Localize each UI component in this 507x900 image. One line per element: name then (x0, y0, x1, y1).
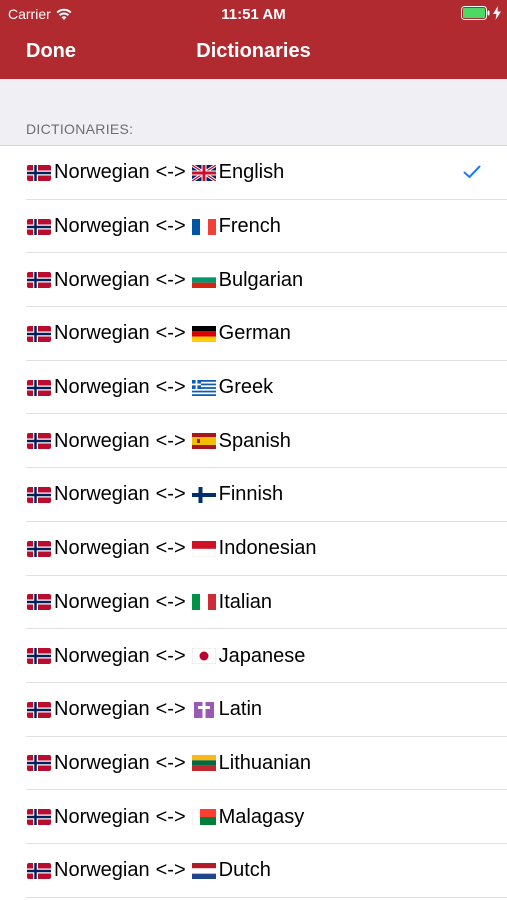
flag-spain-icon (191, 433, 216, 450)
dictionary-list: Norwegian <-> English Norwegian <-> French Nor… (0, 146, 507, 898)
flag-norway-icon (27, 809, 51, 826)
flag-norway-icon (27, 379, 51, 396)
dictionary-row[interactable]: Norwegian <-> French (0, 200, 507, 254)
flag-norway-icon (27, 755, 51, 772)
source-language-label: Norwegian (54, 483, 150, 506)
charging-bolt-icon (493, 6, 501, 20)
section-header: DICTIONARIES: (0, 79, 507, 146)
direction-separator: <-> (155, 859, 186, 882)
source-language-label: Norwegian (54, 859, 150, 882)
direction-separator: <-> (155, 215, 186, 238)
dictionary-row[interactable]: Norwegian <-> Malagasy (0, 790, 507, 844)
battery-icon (461, 6, 490, 20)
source-language-label: Norwegian (54, 322, 150, 345)
target-language-label: German (218, 322, 291, 345)
source-language-label: Norwegian (54, 429, 150, 452)
page-title: Dictionaries (196, 40, 311, 62)
source-language-label: Norwegian (54, 590, 150, 613)
battery-indicator (461, 6, 501, 20)
direction-separator: <-> (155, 322, 186, 345)
flag-finland-icon (191, 486, 216, 503)
flag-norway-icon (27, 433, 51, 450)
source-language-label: Norwegian (54, 537, 150, 560)
status-bar: Carrier 11:51 AM (0, 0, 507, 28)
dictionary-row[interactable]: Norwegian <-> Lithuanian (0, 737, 507, 791)
source-language-label: Norwegian (54, 805, 150, 828)
direction-separator: <-> (155, 590, 186, 613)
navigation-bar: Done Dictionaries (0, 28, 507, 79)
source-language-label: Norwegian (54, 215, 150, 238)
target-language-label: Greek (218, 376, 274, 399)
dictionary-row[interactable]: Norwegian <-> Indonesian (0, 522, 507, 576)
target-language-label: French (218, 215, 281, 238)
flag-greece-icon (191, 379, 216, 396)
source-language-label: Norwegian (54, 376, 150, 399)
direction-separator: <-> (155, 698, 186, 721)
source-language-label: Norwegian (54, 268, 150, 291)
flag-norway-icon (27, 594, 51, 611)
flag-norway-icon (27, 218, 51, 235)
dictionary-row[interactable]: Norwegian <-> Japanese (0, 629, 507, 683)
direction-separator: <-> (155, 537, 186, 560)
direction-separator: <-> (155, 805, 186, 828)
section-title: DICTIONARIES: (26, 121, 134, 137)
dictionary-row[interactable]: Norwegian <-> Bulgarian (0, 253, 507, 307)
target-language-label: Latin (218, 698, 263, 721)
flag-italy-icon (191, 594, 216, 611)
target-language-label: Italian (218, 590, 273, 613)
target-language-label: Indonesian (218, 537, 317, 560)
dictionary-row[interactable]: Norwegian <-> Italian (0, 576, 507, 630)
status-time: 11:51 AM (221, 6, 286, 23)
target-language-label: Spanish (218, 429, 291, 452)
flag-madagascar-icon (191, 809, 216, 826)
target-language-label: Dutch (218, 859, 271, 882)
direction-separator: <-> (155, 376, 186, 399)
flag-norway-icon (27, 648, 51, 665)
app-header: Carrier 11:51 AM Done Dictionaries (0, 0, 507, 79)
direction-separator: <-> (155, 161, 186, 184)
flag-japan-icon (191, 648, 216, 665)
flag-indonesia-icon (191, 540, 216, 557)
flag-france-icon (191, 218, 216, 235)
checkmark-icon (463, 165, 481, 178)
target-language-label: Bulgarian (218, 268, 304, 291)
flag-norway-icon (27, 701, 51, 718)
direction-separator: <-> (155, 268, 186, 291)
latin-cross-icon (193, 701, 214, 718)
source-language-label: Norwegian (54, 698, 150, 721)
flag-lithuania-icon (191, 755, 216, 772)
flag-norway-icon (27, 325, 51, 342)
target-language-label: Lithuanian (218, 751, 311, 774)
source-language-label: Norwegian (54, 751, 150, 774)
dictionary-row[interactable]: Norwegian <-> German (0, 307, 507, 361)
direction-separator: <-> (155, 644, 186, 667)
target-language-label: Malagasy (218, 805, 305, 828)
dictionary-row[interactable]: Norwegian <-> Latin (0, 683, 507, 737)
dictionary-row[interactable]: Norwegian <-> Dutch (0, 844, 507, 898)
flag-germany-icon (191, 325, 216, 342)
dictionary-row[interactable]: Norwegian <-> Spanish (0, 414, 507, 468)
source-language-label: Norwegian (54, 161, 150, 184)
target-language-label: Finnish (218, 483, 284, 506)
source-language-label: Norwegian (54, 644, 150, 667)
flag-uk-icon (191, 164, 216, 181)
flag-norway-icon (27, 486, 51, 503)
direction-separator: <-> (155, 751, 186, 774)
dictionary-row[interactable]: Norwegian <-> English (0, 146, 507, 200)
flag-norway-icon (27, 862, 51, 879)
direction-separator: <-> (155, 429, 186, 452)
dictionary-row[interactable]: Norwegian <-> Finnish (0, 468, 507, 522)
dictionary-row[interactable]: Norwegian <-> Greek (0, 361, 507, 415)
target-language-label: English (218, 161, 285, 184)
flag-bulgaria-icon (191, 272, 216, 289)
flag-norway-icon (27, 540, 51, 557)
flag-norway-icon (27, 272, 51, 289)
target-language-label: Japanese (218, 644, 306, 667)
direction-separator: <-> (155, 483, 186, 506)
flag-norway-icon (27, 164, 51, 181)
flag-netherlands-icon (191, 862, 216, 879)
